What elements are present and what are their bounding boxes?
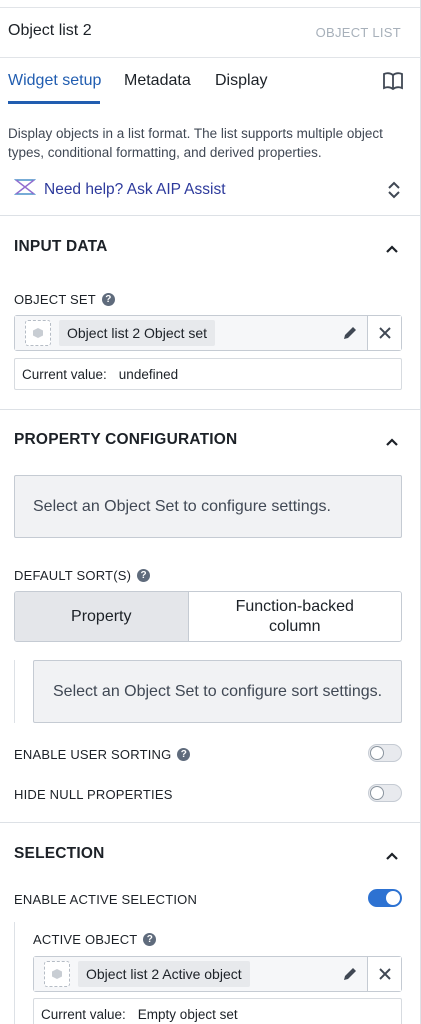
widget-title[interactable]: Object list 2 <box>8 22 92 40</box>
aip-assist-link[interactable]: Need help? Ask AIP Assist <box>13 178 226 201</box>
indent-guide <box>14 660 15 723</box>
active-tab-indicator <box>8 101 100 104</box>
section-divider <box>0 215 421 216</box>
object-set-label-text: OBJECT SET <box>14 292 96 307</box>
tab-display[interactable]: Display <box>215 72 267 90</box>
enable-user-sorting-toggle[interactable] <box>368 744 402 762</box>
aip-assist-icon <box>13 178 37 201</box>
aip-assist-label: Need help? Ask AIP Assist <box>44 180 226 198</box>
current-value-text: Empty object set <box>137 1006 238 1022</box>
enable-active-selection-toggle[interactable] <box>368 889 402 907</box>
chevron-up-icon[interactable] <box>385 434 399 446</box>
selection-heading[interactable]: SELECTION <box>14 845 105 863</box>
book-icon[interactable] <box>382 70 404 92</box>
toggle-knob <box>370 786 384 800</box>
toggle-knob <box>370 746 384 760</box>
tab-metadata[interactable]: Metadata <box>124 72 191 90</box>
widget-type-badge: OBJECT LIST <box>315 25 401 40</box>
hide-null-label-text: HIDE NULL PROPERTIES <box>14 787 173 802</box>
close-icon[interactable] <box>367 316 401 350</box>
object-set-current-value: Current value: undefined <box>14 358 402 390</box>
help-icon[interactable]: ? <box>137 569 151 582</box>
enable-user-sorting-label-text: ENABLE USER SORTING <box>14 747 172 762</box>
widget-description: Display objects in a list format. The li… <box>8 126 383 160</box>
top-edge <box>0 0 421 8</box>
object-set-label: OBJECT SET ? <box>14 292 115 307</box>
default-sort-label-text: DEFAULT SORT(S) <box>14 568 132 583</box>
sort-option-property[interactable]: Property <box>15 592 189 641</box>
chevron-up-icon[interactable] <box>385 848 399 860</box>
sort-option-function-backed[interactable]: Function-backed column <box>188 592 401 641</box>
help-icon[interactable]: ? <box>143 933 157 946</box>
sort-callout: Select an Object Set to configure sort s… <box>33 660 402 723</box>
object-set-chip[interactable]: Object list 2 Object set <box>59 320 216 346</box>
input-data-heading[interactable]: INPUT DATA <box>14 238 108 256</box>
section-divider <box>0 409 421 410</box>
pencil-icon[interactable] <box>333 325 367 341</box>
toggle-knob <box>386 891 400 905</box>
active-object-label-text: ACTIVE OBJECT <box>33 932 138 947</box>
current-value-text: undefined <box>118 366 179 382</box>
property-config-callout: Select an Object Set to configure settin… <box>14 475 402 538</box>
help-icon[interactable]: ? <box>177 748 191 761</box>
indent-guide <box>14 922 15 1024</box>
section-divider <box>0 822 421 823</box>
help-icon[interactable]: ? <box>101 293 115 306</box>
active-object-chip[interactable]: Object list 2 Active object <box>78 961 250 987</box>
hide-null-properties-toggle[interactable] <box>368 784 402 802</box>
current-value-label: Current value: <box>22 366 107 382</box>
property-config-heading[interactable]: PROPERTY CONFIGURATION <box>14 431 237 449</box>
default-sort-label: DEFAULT SORT(S) ? <box>14 568 151 583</box>
enable-active-label-text: ENABLE ACTIVE SELECTION <box>14 892 198 907</box>
hide-null-properties-label: HIDE NULL PROPERTIES <box>14 787 173 802</box>
close-icon[interactable] <box>367 957 401 991</box>
cube-icon <box>44 961 70 987</box>
current-value-label: Current value: <box>41 1006 126 1022</box>
header-divider <box>0 57 421 58</box>
sort-type-segmented[interactable]: Property Function-backed column <box>14 591 402 642</box>
active-object-current-value: Current value: Empty object set <box>33 998 402 1024</box>
pencil-icon[interactable] <box>333 966 367 982</box>
active-object-picker[interactable]: Object list 2 Active object <box>33 956 402 992</box>
enable-active-selection-label: ENABLE ACTIVE SELECTION <box>14 892 197 907</box>
active-object-label: ACTIVE OBJECT ? <box>33 932 157 947</box>
enable-user-sorting-label: ENABLE USER SORTING ? <box>14 747 191 762</box>
tab-widget-setup[interactable]: Widget setup <box>8 72 101 90</box>
chevron-up-icon[interactable] <box>385 241 399 253</box>
object-set-picker[interactable]: Object list 2 Object set <box>14 315 402 351</box>
expand-collapse-icon[interactable] <box>387 180 401 200</box>
cube-icon <box>25 320 51 346</box>
